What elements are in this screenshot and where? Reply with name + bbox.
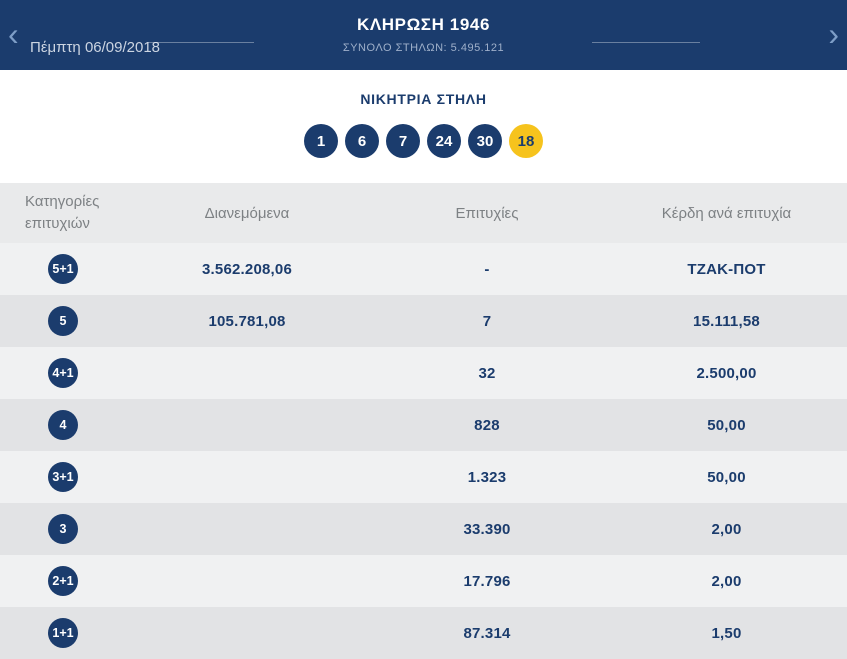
category-cell: 2+1 [0, 566, 126, 596]
category-badge: 5+1 [48, 254, 78, 284]
chevron-right-icon: › [828, 16, 839, 52]
winning-number-ball: 30 [468, 124, 502, 158]
category-cell: 3+1 [0, 462, 126, 492]
table-row: 2+1 17.796 2,00 [0, 555, 847, 607]
prize-value: 2,00 [606, 521, 847, 538]
prize-value: 50,00 [606, 469, 847, 486]
category-cell: 1+1 [0, 618, 126, 648]
winning-number-ball: 1 [304, 124, 338, 158]
draw-title: ΚΛΗΡΩΣΗ 1946 [343, 15, 504, 35]
prize-table: Κατηγορίες επιτυχιών Διανεμόμενα Επιτυχί… [0, 183, 847, 659]
prize-value: 50,00 [606, 417, 847, 434]
successes-value: 828 [368, 417, 606, 434]
successes-column-header: Επιτυχίες [368, 205, 606, 222]
winning-number-ball: 6 [345, 124, 379, 158]
distributed-value: 105.781,08 [126, 313, 368, 330]
winning-number-ball: 7 [386, 124, 420, 158]
category-cell: 3 [0, 514, 126, 544]
prize-value: 2,00 [606, 573, 847, 590]
successes-value: 17.796 [368, 573, 606, 590]
table-row: 4+1 32 2.500,00 [0, 347, 847, 399]
total-columns-label: ΣΥΝΟΛΟ ΣΤΗΛΩΝ: 5.495.121 [343, 42, 504, 54]
category-cell: 4 [0, 410, 126, 440]
chevron-left-icon: ‹ [8, 16, 19, 52]
winning-column-heading: ΝΙΚΗΤΡΙΑ ΣΤΗΛΗ [0, 91, 847, 107]
prize-value: 15.111,58 [606, 313, 847, 330]
successes-value: 1.323 [368, 469, 606, 486]
category-badge: 2+1 [48, 566, 78, 596]
table-header-row: Κατηγορίες επιτυχιών Διανεμόμενα Επιτυχί… [0, 183, 847, 243]
successes-value: 32 [368, 365, 606, 382]
winning-number-ball: 24 [427, 124, 461, 158]
header-divider-right [592, 42, 700, 43]
category-badge: 4 [48, 410, 78, 440]
table-row: 3+1 1.323 50,00 [0, 451, 847, 503]
successes-value: 7 [368, 313, 606, 330]
distributed-value: 3.562.208,06 [126, 261, 368, 278]
next-draw-button[interactable]: › [822, 18, 845, 50]
category-cell: 4+1 [0, 358, 126, 388]
category-badge: 3 [48, 514, 78, 544]
prize-value: 1,50 [606, 625, 847, 642]
winning-column-section: ΝΙΚΗΤΡΙΑ ΣΤΗΛΗ 1 6 7 24 30 18 [0, 70, 847, 183]
category-badge: 4+1 [48, 358, 78, 388]
category-column-header: Κατηγορίες επιτυχιών [0, 191, 118, 235]
prize-value: ΤΖΑΚ-ΠΟΤ [606, 261, 847, 278]
draw-title-block: ΚΛΗΡΩΣΗ 1946 ΣΥΝΟΛΟ ΣΤΗΛΩΝ: 5.495.121 [343, 15, 504, 54]
table-row: 5+1 3.562.208,06 - ΤΖΑΚ-ΠΟΤ [0, 243, 847, 295]
prev-draw-button[interactable]: ‹ [2, 18, 25, 50]
draw-header: ‹ Πέμπτη 06/09/2018 ΚΛΗΡΩΣΗ 1946 ΣΥΝΟΛΟ … [0, 0, 847, 70]
distributed-column-header: Διανεμόμενα [126, 205, 368, 222]
category-badge: 3+1 [48, 462, 78, 492]
joker-number-ball: 18 [509, 124, 543, 158]
draw-results-page: ‹ Πέμπτη 06/09/2018 ΚΛΗΡΩΣΗ 1946 ΣΥΝΟΛΟ … [0, 0, 847, 653]
category-cell: 5 [0, 306, 126, 336]
prize-column-header: Κέρδη ανά επιτυχία [606, 205, 847, 222]
table-row: 3 33.390 2,00 [0, 503, 847, 555]
successes-value: 33.390 [368, 521, 606, 538]
category-badge: 5 [48, 306, 78, 336]
table-row: 5 105.781,08 7 15.111,58 [0, 295, 847, 347]
winning-numbers-row: 1 6 7 24 30 18 [0, 124, 847, 158]
header-divider-left [148, 42, 254, 43]
draw-date: Πέμπτη 06/09/2018 [30, 39, 160, 56]
prize-value: 2.500,00 [606, 365, 847, 382]
successes-value: 87.314 [368, 625, 606, 642]
category-badge: 1+1 [48, 618, 78, 648]
category-cell: 5+1 [0, 254, 126, 284]
table-row: 4 828 50,00 [0, 399, 847, 451]
successes-value: - [368, 261, 606, 278]
table-row: 1+1 87.314 1,50 [0, 607, 847, 659]
